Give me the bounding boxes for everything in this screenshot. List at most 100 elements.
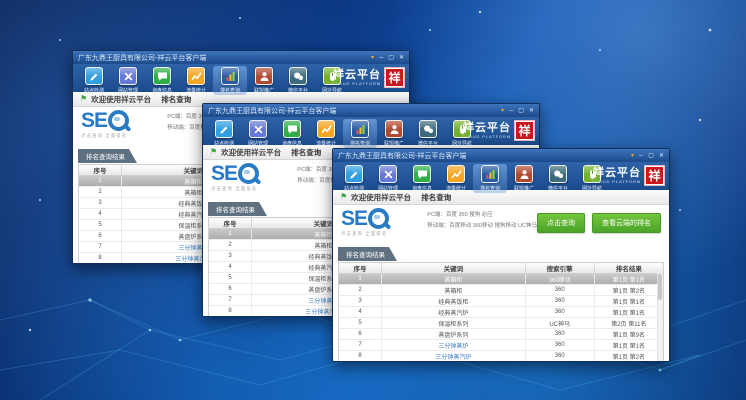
toolbar-item-alliance-promo[interactable]: 联盟推广 xyxy=(507,164,541,193)
scrollbar-thumb[interactable] xyxy=(658,274,662,300)
title-bar[interactable]: 广东九鼎王厨具有限公司-祥云平台客户端 ▾ ─ ▢ ✕ xyxy=(333,149,669,162)
cell-index: 1 xyxy=(79,176,122,186)
cell-index: 2 xyxy=(339,285,382,295)
header-result: 排名结果 xyxy=(595,263,663,273)
rank-query-icon xyxy=(221,67,239,85)
toolbar-item-traffic-stats[interactable]: 流量统计 xyxy=(179,66,213,95)
table-row[interactable]: 5保温柜系列UC神马第2页 第11名 xyxy=(339,318,663,329)
toolbar-item-traffic-stats[interactable]: 流量统计 xyxy=(309,119,343,148)
toolbar-item-site-manage[interactable]: 网站管理 xyxy=(111,66,145,95)
toolbar-item-site-monitor[interactable]: 站点检测 xyxy=(337,164,371,193)
site-monitor-icon xyxy=(215,120,233,138)
cell-index: 5 xyxy=(79,220,122,230)
brand-logo-icon: 祥 xyxy=(384,67,405,88)
skin-menu-icon[interactable]: ▾ xyxy=(501,108,504,114)
close-icon[interactable]: ✕ xyxy=(659,153,664,159)
minimize-icon[interactable]: ─ xyxy=(509,108,513,114)
cell-engine: 360 xyxy=(526,285,595,295)
cell-index: 6 xyxy=(209,284,252,294)
toolbar-item-rank-query[interactable]: 排名查询 xyxy=(343,119,377,148)
toolbar-item-label: 流量统计 xyxy=(186,86,206,93)
cell-engine: 360 xyxy=(526,307,595,317)
toolbar-item-site-manage[interactable]: 网站管理 xyxy=(371,164,405,193)
query-button[interactable]: 点击查询 xyxy=(537,213,585,233)
rank-query-icon xyxy=(351,120,369,138)
inquiry-message-icon xyxy=(153,67,171,85)
table-row[interactable]: 4经典蒸汽炉360第1页 第1名 xyxy=(339,307,663,318)
inquiry-message-icon xyxy=(413,165,431,183)
cell-keyword: 蒸箱柜 xyxy=(382,274,526,284)
brand-subtitle: CLOUD PLATFORM xyxy=(462,135,511,139)
toolbar-item-inquiry-message[interactable]: 询盘信息 xyxy=(145,66,179,95)
minimize-icon[interactable]: ─ xyxy=(379,55,383,61)
cloud-rank-button[interactable]: 查看云端的排名 xyxy=(592,213,661,233)
toolbar-item-rank-query[interactable]: 排名查询 xyxy=(213,66,247,95)
brand-logo-icon: 祥 xyxy=(644,165,665,186)
cell-result: 第1页 第9名 xyxy=(595,329,663,339)
toolbar-item-inquiry-message[interactable]: 询盘信息 xyxy=(275,119,309,148)
seo-tagline: 点击查询 全面排名 xyxy=(81,133,161,139)
cell-result: 第2页 第11名 xyxy=(595,318,663,328)
cell-result: 第1页 第2名 xyxy=(595,285,663,295)
cell-index: 4 xyxy=(209,262,252,272)
results-table: 序号 关键词 搜索引擎 排名结果 1蒸箱柜360移动第1页 第1名2蒸箱柜360… xyxy=(338,262,664,362)
toolbar-item-rank-query[interactable]: 排名查询 xyxy=(473,164,507,193)
wechat-platform-icon xyxy=(289,67,307,85)
results-tab[interactable]: 排名查询结果 xyxy=(338,247,397,261)
app-window[interactable]: 广东九鼎王厨具有限公司-祥云平台客户端 ▾ ─ ▢ ✕ 站点检测网站管理询盘信息… xyxy=(332,148,670,362)
toolbar-item-label: 网站管理 xyxy=(378,184,398,191)
site-monitor-icon xyxy=(85,67,103,85)
desktop-background: { "app": { "title": "广东九鼎王厨具有限公司-祥云平台客户端… xyxy=(0,0,746,400)
table-row[interactable]: 8三分钟蒸汽炉360第1页 第2名 xyxy=(339,351,663,362)
toolbar-item-inquiry-message[interactable]: 询盘信息 xyxy=(405,164,439,193)
minimize-icon[interactable]: ─ xyxy=(639,153,643,159)
results-tab[interactable]: 排名查询结果 xyxy=(208,202,267,216)
brand-area: 祥云平台 CLOUD PLATFORM 祥 xyxy=(332,67,405,88)
seo-logo: SE 点击查询 全面排名 xyxy=(81,110,161,146)
cell-index: 6 xyxy=(79,231,122,241)
toolbar-item-wechat-platform[interactable]: 微信平台 xyxy=(541,164,575,193)
maximize-icon[interactable]: ▢ xyxy=(648,153,654,159)
cell-result: 第1页 第2名 xyxy=(595,351,663,361)
toolbar-item-site-monitor[interactable]: 站点检测 xyxy=(77,66,111,95)
header-no: 序号 xyxy=(339,263,382,273)
welcome-text: 欢迎使用祥云平台 xyxy=(351,193,411,202)
toolbar-item-wechat-platform[interactable]: 微信平台 xyxy=(281,66,315,95)
table-scrollbar[interactable] xyxy=(657,273,663,362)
toolbar-item-site-monitor[interactable]: 站点检测 xyxy=(207,119,241,148)
cell-index: 8 xyxy=(209,306,252,316)
main-toolbar: 站点检测网站管理询盘信息流量统计排名查询联盟推广微信平台网址导航 祥云平台 CL… xyxy=(203,117,539,145)
results-tab[interactable]: 排名查询结果 xyxy=(78,149,137,163)
title-bar[interactable]: 广东九鼎王厨具有限公司-祥云平台客户端 ▾ ─ ▢ ✕ xyxy=(203,104,539,117)
toolbar-item-alliance-promo[interactable]: 联盟推广 xyxy=(377,119,411,148)
table-row[interactable]: 2蒸箱柜360第1页 第2名 xyxy=(339,285,663,296)
section-title: 排名查询 xyxy=(291,148,321,157)
title-bar[interactable]: 广东九鼎王厨具有限公司-祥云平台客户端 ▾ ─ ▢ ✕ xyxy=(73,51,409,64)
close-icon[interactable]: ✕ xyxy=(399,55,404,61)
toolbar-item-site-manage[interactable]: 网站管理 xyxy=(241,119,275,148)
table-body: 1蒸箱柜360移动第1页 第1名2蒸箱柜360第1页 第2名3经典蒸饭柜360第… xyxy=(339,274,663,362)
toolbar-item-alliance-promo[interactable]: 联盟推广 xyxy=(247,66,281,95)
magnifier-icon xyxy=(108,110,129,131)
cell-engine: 360 xyxy=(526,329,595,339)
skin-menu-icon[interactable]: ▾ xyxy=(631,153,634,159)
welcome-text: 欢迎使用祥云平台 xyxy=(221,148,281,157)
toolbar-item-wechat-platform[interactable]: 微信平台 xyxy=(411,119,445,148)
table-row[interactable]: 6蒸盘炉系列360第1页 第9名 xyxy=(339,329,663,340)
cell-index: 3 xyxy=(209,251,252,261)
table-row[interactable]: 1蒸箱柜360移动第1页 第1名 xyxy=(339,274,663,285)
maximize-icon[interactable]: ▢ xyxy=(518,108,524,114)
table-row[interactable]: 7三分钟蒸炉360第1页 第1名 xyxy=(339,340,663,351)
brand-name: 祥云平台 xyxy=(333,70,381,81)
skin-menu-icon[interactable]: ▾ xyxy=(371,55,374,61)
maximize-icon[interactable]: ▢ xyxy=(388,55,394,61)
flag-icon: ⚑ xyxy=(340,193,347,201)
cell-keyword: 三分钟蒸炉 xyxy=(382,340,526,350)
brand-name: 祥云平台 xyxy=(593,168,641,179)
header-keyword: 关键词 xyxy=(382,263,526,273)
welcome-text: 欢迎使用祥云平台 xyxy=(91,95,151,104)
table-row[interactable]: 3经典蒸饭柜360第1页 第1名 xyxy=(339,296,663,307)
cell-index: 5 xyxy=(339,318,382,328)
toolbar-item-traffic-stats[interactable]: 流量统计 xyxy=(439,164,473,193)
close-icon[interactable]: ✕ xyxy=(529,108,534,114)
